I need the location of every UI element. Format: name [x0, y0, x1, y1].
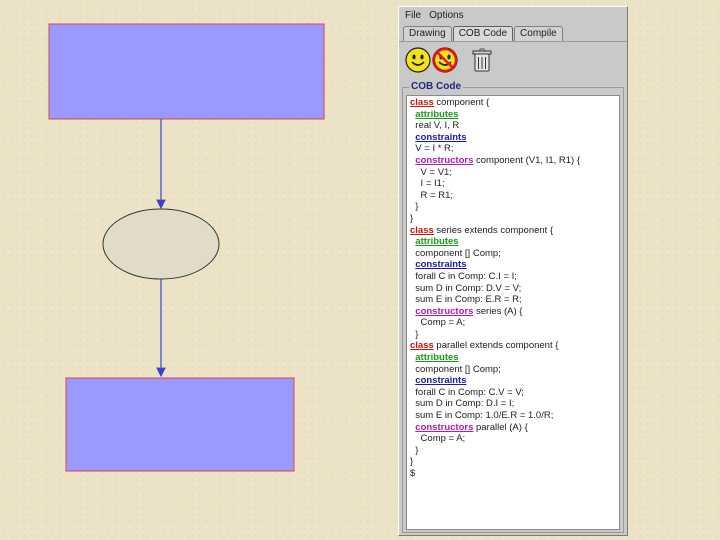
code-text: parallel extends component { — [433, 340, 559, 352]
bottom-class-box[interactable] — [65, 377, 295, 472]
keyword-attributes: attributes — [415, 352, 459, 364]
code-editor[interactable]: class component { attributes real V, I, … — [406, 95, 620, 530]
inheritance-ellipse[interactable] — [102, 208, 220, 280]
code-line: sum D in Comp: D.I = I; — [410, 398, 619, 410]
no-smiley-icon[interactable] — [432, 47, 458, 73]
code-text: V = I * R; — [410, 143, 454, 155]
keyword-constructors: constructors — [415, 421, 474, 433]
keyword-class: class — [410, 340, 434, 352]
code-text: sum D in Comp: D.V = V; — [410, 282, 522, 294]
code-line: constraints — [410, 132, 619, 144]
code-line: forall C in Comp: C.I = I; — [410, 271, 619, 283]
smiley-face-icon[interactable] — [405, 47, 431, 73]
menu-options[interactable]: Options — [429, 10, 463, 21]
code-text: sum E in Comp: 1.0/E.R = 1.0/R; — [410, 410, 554, 422]
code-line: $ — [410, 468, 619, 480]
keyword-constraints: constraints — [415, 259, 467, 271]
tab-drawing[interactable]: Drawing — [403, 26, 452, 41]
menu-file[interactable]: File — [405, 10, 421, 21]
code-text: } — [410, 212, 414, 224]
tab-cob-code[interactable]: COB Code — [452, 26, 514, 41]
code-line: V = V1; — [410, 167, 619, 179]
code-line: constructors series (A) { — [410, 306, 619, 318]
code-line: constraints — [410, 375, 619, 387]
class-diagram — [48, 23, 325, 472]
code-text: component { — [433, 97, 490, 108]
code-line: component [] Comp; — [410, 248, 619, 260]
code-text: I = I1; — [410, 178, 445, 190]
code-line: attributes — [410, 236, 619, 248]
code-line: component [] Comp; — [410, 364, 619, 376]
keyword-class: class — [410, 97, 434, 108]
code-line: forall C in Comp: C.V = V; — [410, 387, 619, 399]
code-line: real V, I, R — [410, 120, 619, 132]
code-text: component [] Comp; — [410, 247, 501, 259]
keyword-attributes: attributes — [415, 108, 459, 120]
code-text: series extends component { — [433, 224, 554, 236]
code-text: component [] Comp; — [410, 363, 501, 375]
code-line: sum E in Comp: 1.0/E.R = 1.0/R; — [410, 410, 619, 422]
trash-can-icon[interactable] — [469, 47, 495, 73]
code-line: } — [410, 456, 619, 468]
code-line: } — [410, 445, 619, 457]
top-class-box[interactable] — [48, 23, 325, 120]
code-text: sum E in Comp: E.R = R; — [410, 294, 522, 306]
code-text: } — [410, 201, 419, 213]
code-line: R = R1; — [410, 190, 619, 202]
code-line: I = I1; — [410, 178, 619, 190]
code-text: forall C in Comp: C.I = I; — [410, 270, 517, 282]
cob-code-panel: COB Code class component { attributes re… — [402, 81, 624, 533]
code-text: } — [410, 328, 419, 340]
code-line: class series extends component { — [410, 225, 619, 237]
keyword-class: class — [410, 224, 434, 236]
code-text: $ — [410, 468, 416, 479]
code-line: attributes — [410, 352, 619, 364]
code-text: R = R1; — [410, 189, 454, 201]
code-line: constraints — [410, 259, 619, 271]
code-line: Comp = A; — [410, 317, 619, 329]
code-text: parallel (A) { — [473, 421, 528, 433]
code-line: } — [410, 213, 619, 225]
code-line: attributes — [410, 109, 619, 121]
code-text: sum D in Comp: D.I = I; — [410, 398, 515, 410]
code-text: } — [410, 456, 414, 468]
code-line: } — [410, 329, 619, 341]
code-line: } — [410, 201, 619, 213]
code-text: V = V1; — [410, 166, 452, 178]
code-line: constructors parallel (A) { — [410, 422, 619, 434]
code-line: class parallel extends component { — [410, 340, 619, 352]
code-text: } — [410, 444, 419, 456]
code-text: Comp = A; — [410, 433, 466, 445]
code-line: Comp = A; — [410, 433, 619, 445]
code-text: forall C in Comp: C.V = V; — [410, 386, 524, 398]
keyword-constraints: constraints — [415, 375, 467, 387]
keyword-constructors: constructors — [415, 305, 474, 317]
toolbar — [399, 41, 627, 80]
code-line: constructors component (V1, I1, R1) { — [410, 155, 619, 167]
code-line: class component { — [410, 97, 619, 109]
code-line: sum D in Comp: D.V = V; — [410, 283, 619, 295]
code-text: component (V1, I1, R1) { — [473, 154, 581, 166]
keyword-attributes: attributes — [415, 236, 459, 248]
code-line: V = I * R; — [410, 143, 619, 155]
code-text: Comp = A; — [410, 317, 466, 329]
code-line: sum E in Comp: E.R = R; — [410, 294, 619, 306]
keyword-constraints: constraints — [415, 131, 467, 143]
code-text: real V, I, R — [410, 120, 460, 132]
menu-bar: File Options — [399, 7, 627, 23]
cob-editor-window: File Options Drawing COB Code Compile CO… — [398, 6, 628, 536]
panel-title: COB Code — [409, 81, 463, 92]
tab-strip: Drawing COB Code Compile — [403, 26, 564, 41]
tab-compile[interactable]: Compile — [514, 26, 563, 41]
code-text: series (A) { — [473, 305, 523, 317]
keyword-constructors: constructors — [415, 154, 474, 166]
